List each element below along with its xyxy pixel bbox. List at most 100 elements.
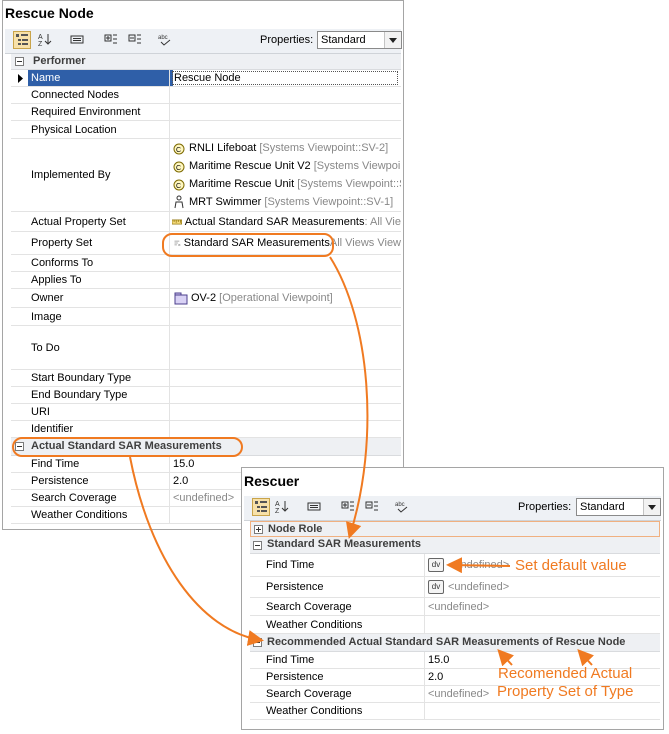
property-name: Start Boundary Type [31, 372, 132, 384]
properties-mode-select[interactable]: Standard [576, 498, 661, 516]
svg-text:Z: Z [275, 508, 280, 513]
name-value-field[interactable]: Rescue Node [172, 71, 398, 85]
collapse-icon[interactable] [253, 638, 262, 647]
categorized-view-button[interactable] [252, 498, 270, 516]
chevron-down-icon[interactable] [643, 499, 660, 515]
collapse-icon[interactable] [15, 57, 24, 66]
property-value[interactable] [169, 421, 401, 437]
property-row-connected-nodes[interactable]: Connected Nodes [11, 87, 401, 104]
group-recommended-actual[interactable]: Recommended Actual Standard SAR Measurem… [250, 634, 660, 652]
property-value[interactable] [169, 87, 401, 103]
sort-alphabetical-button[interactable]: AZ [37, 31, 55, 49]
description-toggle-button[interactable] [69, 31, 87, 49]
property-value[interactable] [424, 703, 660, 719]
property-name: Connected Nodes [31, 89, 120, 101]
property-name: Weather Conditions [266, 705, 363, 717]
collapse-icon[interactable] [253, 541, 262, 550]
property-value[interactable]: C RNLI Lifeboat [Systems Viewpoint::SV-2]… [169, 139, 401, 211]
expand-icon[interactable] [254, 525, 263, 534]
standard-row[interactable]: Search Coverage <undefined> [250, 598, 660, 616]
ruler-icon [172, 219, 182, 224]
property-name: Search Coverage [266, 600, 352, 613]
svg-text:abc: abc [158, 35, 168, 41]
property-value[interactable]: OV-2 [Operational Viewpoint] [169, 289, 401, 307]
implemented-item[interactable]: MRT Swimmer [Systems Viewpoint::SV-1] [172, 195, 393, 209]
default-value-button[interactable]: dv [428, 580, 444, 594]
capability-icon: C [173, 179, 185, 191]
implemented-item[interactable]: C Maritime Rescue Unit [Systems Viewpoint… [172, 177, 401, 191]
group-performer[interactable]: Performer [11, 54, 401, 70]
property-name: Weather Conditions [31, 509, 128, 521]
categorized-view-button[interactable] [13, 31, 31, 49]
property-name: Image [31, 310, 62, 323]
collapse-all-button[interactable] [127, 31, 145, 49]
property-row-uri[interactable]: URI [11, 404, 401, 421]
property-row-implemented-by[interactable]: Implemented By C RNLI Lifeboat [Systems V… [11, 139, 401, 212]
chevron-down-icon[interactable] [384, 32, 401, 48]
group-label: Recommended Actual Standard SAR Measurem… [267, 636, 626, 648]
property-value[interactable] [169, 104, 401, 120]
expand-all-button[interactable] [103, 31, 121, 49]
property-row-to-do[interactable]: To Do [11, 326, 401, 370]
group-label: Performer [33, 55, 86, 67]
property-row-image[interactable]: Image [11, 308, 401, 326]
property-value[interactable]: Rescue Node [169, 70, 401, 86]
collapse-all-button[interactable] [364, 498, 382, 516]
panel-title: Rescuer [244, 473, 300, 489]
properties-toolbar: AZ abc Properties: Standard [244, 496, 661, 521]
svg-text:A: A [275, 501, 280, 508]
expand-all-button[interactable] [340, 498, 358, 516]
property-row-name[interactable]: Name Rescue Node [11, 70, 401, 87]
property-name: Find Time [31, 458, 80, 470]
default-value-button[interactable]: dv [428, 558, 444, 572]
spell-check-button[interactable]: abc [394, 498, 412, 516]
group-node-role[interactable]: Node Role [250, 521, 660, 537]
property-value[interactable] [169, 404, 401, 420]
property-value[interactable] [169, 121, 401, 138]
property-name: Physical Location [31, 123, 117, 136]
property-row-owner[interactable]: Owner OV-2 [Operational Viewpoint] [11, 289, 401, 308]
spell-check-button[interactable]: abc [157, 31, 175, 49]
property-name: Identifier [31, 423, 74, 435]
sort-alphabetical-button[interactable]: AZ [274, 498, 292, 516]
svg-text:C: C [176, 183, 181, 190]
property-row-physical-location[interactable]: Physical Location [11, 121, 401, 139]
property-row-applies-to[interactable]: Applies To [11, 272, 401, 289]
svg-text:C: C [176, 147, 181, 154]
property-row-identifier[interactable]: Identifier [11, 421, 401, 438]
property-name: Actual Property Set [31, 215, 126, 228]
property-name: Implemented By [31, 169, 111, 181]
property-value[interactable]: <undefined> [424, 598, 660, 615]
description-toggle-button[interactable] [306, 498, 324, 516]
property-value[interactable] [169, 308, 401, 325]
property-name: Find Time [266, 654, 315, 666]
standard-row[interactable]: Weather Conditions [250, 616, 660, 634]
property-value[interactable] [169, 255, 401, 271]
implemented-item[interactable]: C Maritime Rescue Unit V2 [Systems Viewpo… [172, 159, 401, 173]
property-row-required-environment[interactable]: Required Environment [11, 104, 401, 121]
actual-group-highlight [12, 437, 243, 457]
standard-row[interactable]: Persistence dv <undefined> [250, 577, 660, 598]
property-name: Required Environment [31, 106, 141, 118]
properties-mode-value: Standard [321, 34, 366, 46]
property-value[interactable] [169, 370, 401, 386]
property-name: Applies To [31, 274, 82, 286]
properties-label: Properties: [518, 501, 572, 513]
property-value[interactable] [169, 326, 401, 369]
capability-icon: C [173, 161, 185, 173]
property-value[interactable] [169, 387, 401, 403]
implemented-item[interactable]: C RNLI Lifeboat [Systems Viewpoint::SV-2] [172, 141, 388, 155]
property-row-start-boundary-type[interactable]: Start Boundary Type [11, 370, 401, 387]
property-set-highlight [162, 233, 334, 257]
property-row-conforms-to[interactable]: Conforms To [11, 255, 401, 272]
group-standard-sar-measurements[interactable]: Standard SAR Measurements [250, 537, 660, 554]
property-value[interactable] [169, 272, 401, 288]
property-value[interactable] [424, 616, 660, 633]
property-value[interactable]: Actual Standard SAR Measurements : All V… [169, 212, 401, 231]
property-row-actual-property-set[interactable]: Actual Property Set Actual Standard SAR … [11, 212, 401, 232]
recommended-row[interactable]: Weather Conditions [250, 703, 660, 720]
property-value[interactable]: dv <undefined> [424, 577, 660, 597]
properties-mode-select[interactable]: Standard [317, 31, 402, 49]
property-row-end-boundary-type[interactable]: End Boundary Type [11, 387, 401, 404]
property-name: Persistence [31, 475, 89, 487]
